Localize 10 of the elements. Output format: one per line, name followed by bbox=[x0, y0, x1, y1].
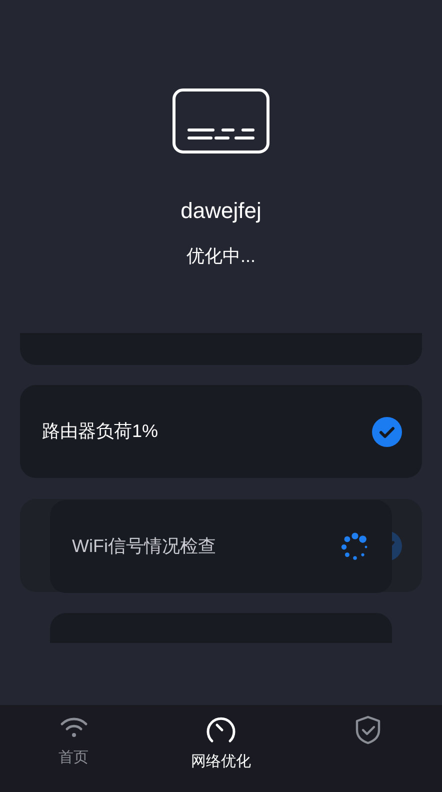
nav-tab[interactable]: 网络优化 bbox=[147, 715, 295, 792]
speedometer-icon bbox=[204, 715, 237, 745]
check-label: 路由器负荷1% bbox=[42, 420, 158, 443]
status-text: 优化中... bbox=[186, 245, 256, 268]
loading-spinner-icon bbox=[340, 532, 370, 562]
nav-tab[interactable]: 首页 bbox=[0, 715, 148, 792]
shield-check-icon bbox=[354, 715, 382, 745]
device-name: dawejfej bbox=[180, 197, 262, 225]
check-label: WiFi信号情况检查 bbox=[72, 535, 216, 558]
router-icon bbox=[172, 88, 270, 154]
